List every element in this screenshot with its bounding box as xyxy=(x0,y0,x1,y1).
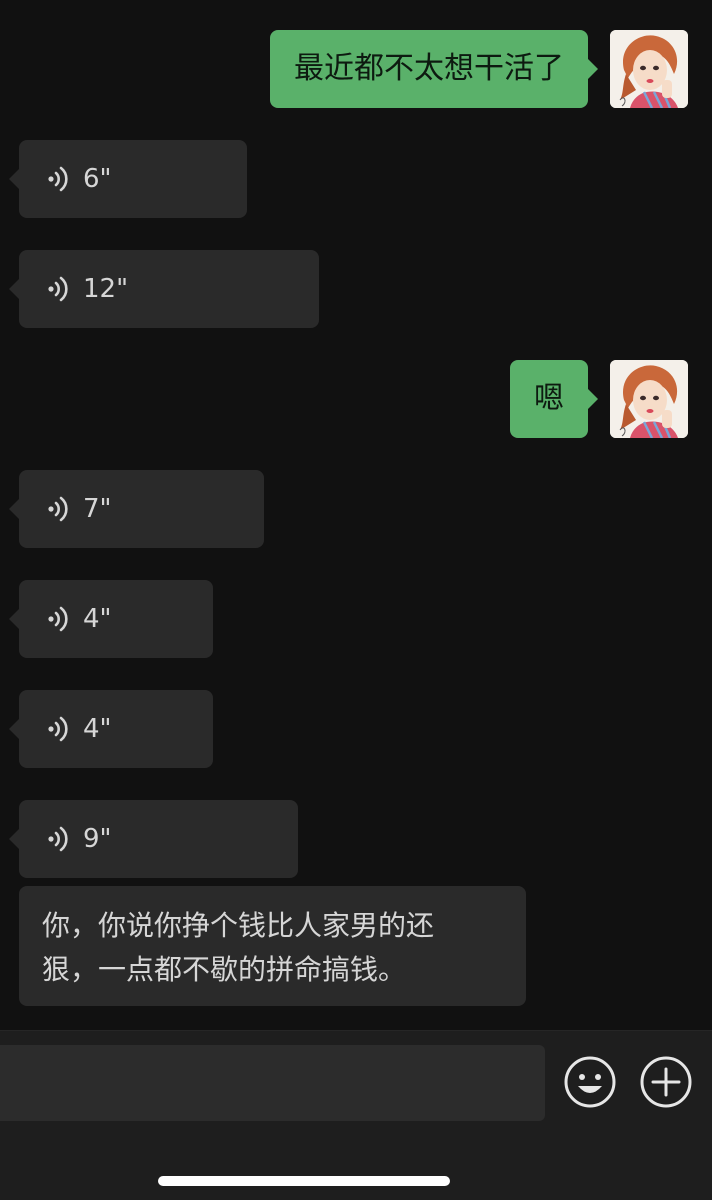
emoji-icon[interactable] xyxy=(563,1055,617,1109)
voice-message-bubble[interactable]: 4" xyxy=(9,690,213,768)
voice-message-bubble[interactable]: 12" xyxy=(9,250,319,328)
transcription-line: 你，你说你挣个钱比人家男的还 xyxy=(42,909,435,942)
plus-icon[interactable] xyxy=(639,1055,693,1109)
voice-wave-icon xyxy=(48,826,68,852)
message-row: 最近都不太想干活了 xyxy=(0,30,712,108)
home-indicator[interactable] xyxy=(158,1176,450,1186)
voice-wave-icon xyxy=(48,606,68,632)
voice-duration: 7" xyxy=(83,494,112,524)
input-bar xyxy=(0,1030,712,1200)
chat-area: 最近都不太想干活了 6" 12" 嗯 7" 4" 4" 9" 你，你说你挣个钱比… xyxy=(0,0,712,1030)
voice-message-bubble[interactable]: 6" xyxy=(9,140,247,218)
message-row: 嗯 xyxy=(0,360,712,438)
voice-wave-icon xyxy=(48,716,68,742)
avatar[interactable] xyxy=(610,30,688,108)
message-input[interactable] xyxy=(0,1045,545,1121)
voice-wave-icon xyxy=(48,496,68,522)
voice-duration: 9" xyxy=(83,824,112,854)
transcription-line: 狠，一点都不歇的拼命搞钱。 xyxy=(42,953,407,986)
voice-wave-icon xyxy=(48,166,68,192)
avatar-illustration xyxy=(610,360,688,438)
voice-duration: 6" xyxy=(83,164,112,194)
outgoing-text-bubble[interactable]: 嗯 xyxy=(510,360,598,438)
voice-message-bubble[interactable]: 9" xyxy=(9,800,298,878)
outgoing-text-bubble[interactable]: 最近都不太想干活了 xyxy=(270,30,598,108)
transcription-text-bubble[interactable]: 你，你说你挣个钱比人家男的还 狠，一点都不歇的拼命搞钱。 xyxy=(19,886,526,1006)
avatar-illustration xyxy=(610,30,688,108)
voice-wave-icon xyxy=(48,276,68,302)
avatar[interactable] xyxy=(610,360,688,438)
voice-message-bubble[interactable]: 4" xyxy=(9,580,213,658)
voice-duration: 12" xyxy=(83,274,129,304)
voice-message-bubble[interactable]: 7" xyxy=(9,470,264,548)
voice-duration: 4" xyxy=(83,714,112,744)
voice-duration: 4" xyxy=(83,604,112,634)
